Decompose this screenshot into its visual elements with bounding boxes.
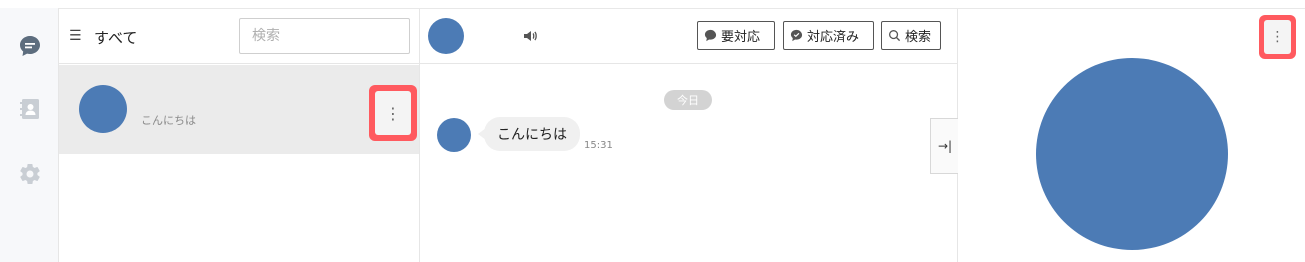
chat-list-header: ☰ すべて bbox=[59, 9, 419, 64]
needs-action-button[interactable]: 要対応 bbox=[697, 21, 775, 50]
nav-rail bbox=[0, 8, 59, 262]
conversation-pane: 要対応 対応済み 検索 今日 こんにちは 15:31 →| bbox=[420, 9, 959, 262]
collapse-right-icon[interactable]: →| bbox=[930, 118, 959, 174]
conversation-header: 要対応 対応済み 検索 bbox=[420, 9, 958, 64]
app-window: ☰ すべて こんにちは ⋮ 要対応 対 bbox=[0, 0, 1305, 262]
chat-list-pane: ☰ すべて こんにちは ⋮ bbox=[59, 9, 420, 262]
avatar[interactable] bbox=[437, 118, 471, 152]
avatar bbox=[79, 85, 127, 133]
highlight-box: ⋮ bbox=[1259, 15, 1296, 59]
more-vertical-icon[interactable]: ⋮ bbox=[375, 91, 411, 135]
profile-pane: ⋮ bbox=[958, 9, 1305, 262]
chat-list-item[interactable]: こんにちは ⋮ bbox=[59, 65, 419, 154]
search-button[interactable]: 検索 bbox=[881, 21, 941, 50]
done-label: 対応済み bbox=[807, 30, 860, 45]
more-vertical-icon[interactable]: ⋮ bbox=[1264, 20, 1291, 54]
chat-preview-text: こんにちは bbox=[141, 114, 196, 127]
highlight-box: ⋮ bbox=[369, 85, 417, 141]
contacts-icon[interactable] bbox=[17, 96, 43, 122]
needs-action-label: 要対応 bbox=[721, 30, 761, 45]
list-title[interactable]: すべて bbox=[94, 27, 137, 48]
search-label: 検索 bbox=[905, 30, 932, 45]
speaker-icon[interactable] bbox=[522, 28, 538, 44]
menu-icon[interactable]: ☰ bbox=[69, 29, 82, 43]
done-button[interactable]: 対応済み bbox=[783, 21, 874, 50]
chat-bubble-icon bbox=[704, 29, 717, 42]
avatar[interactable] bbox=[428, 18, 464, 54]
gear-icon[interactable] bbox=[17, 161, 43, 187]
message-timestamp: 15:31 bbox=[584, 140, 613, 151]
search-icon bbox=[889, 30, 901, 42]
profile-avatar bbox=[1036, 58, 1228, 250]
search-input[interactable] bbox=[239, 18, 410, 54]
chat-icon[interactable] bbox=[17, 33, 43, 59]
date-separator: 今日 bbox=[664, 90, 712, 110]
chat-check-icon bbox=[790, 29, 803, 42]
message-bubble[interactable]: こんにちは bbox=[478, 117, 580, 151]
